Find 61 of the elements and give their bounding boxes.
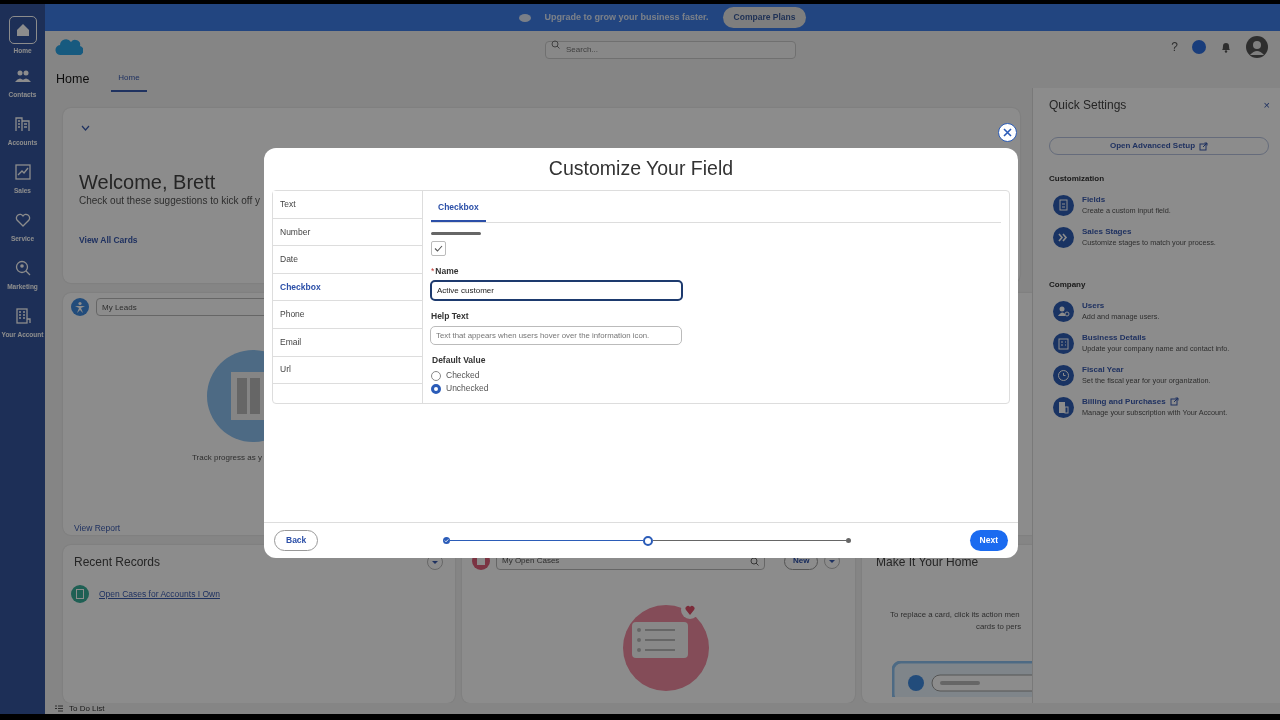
building-icon: [13, 307, 32, 325]
compare-plans-button[interactable]: Compare Plans: [722, 7, 807, 28]
next-button[interactable]: Next: [969, 530, 1008, 551]
clipboard-icon: [71, 585, 89, 603]
search-icon: [750, 556, 759, 566]
search-icon: [551, 40, 560, 49]
chevrons-icon: [1053, 226, 1074, 248]
settings-link[interactable]: Sales Stages: [1082, 225, 1132, 238]
receipt-icon: [1053, 396, 1074, 418]
label-placeholder-bar: [431, 232, 481, 235]
bell-icon: [1220, 41, 1232, 53]
radio-option[interactable]: Checked: [431, 369, 1001, 383]
avatar-icon: [1246, 36, 1268, 58]
page-tab[interactable]: Home: [111, 66, 147, 92]
user-icon: [1053, 300, 1074, 322]
magnifier-icon: [13, 259, 32, 277]
field-tab[interactable]: Checkbox: [431, 201, 486, 222]
list-icon: [55, 705, 63, 712]
close-button[interactable]: ×: [1263, 99, 1270, 111]
section-heading: Company: [1049, 278, 1087, 291]
settings-link[interactable]: Business Details: [1082, 331, 1147, 344]
chevron-icon: [81, 125, 90, 131]
external-link-icon: [1199, 141, 1209, 151]
open-advanced-setup-button[interactable]: Open Advanced Setup: [1049, 137, 1269, 155]
settings-link[interactable]: Billing and Purchases: [1082, 395, 1166, 408]
name-field[interactable]: Active customer: [430, 279, 683, 301]
check-icon: [434, 245, 443, 252]
page-title: Home: [56, 70, 90, 88]
cloud-logo: [55, 38, 83, 56]
preview-checkbox[interactable]: [431, 241, 446, 256]
panel-title: Quick Settings: [1049, 97, 1127, 114]
card-title: Recent Records: [74, 554, 161, 571]
building-icon: [13, 115, 32, 133]
field-type-item[interactable]: Text: [273, 191, 422, 219]
settings-link[interactable]: Fields: [1082, 194, 1106, 206]
radio-option[interactable]: Unchecked: [431, 382, 1001, 396]
settings-link[interactable]: Fiscal Year: [1082, 363, 1124, 376]
field-label: Help Text: [431, 309, 470, 323]
cloud-icon: [518, 13, 531, 22]
field-label: Default Value: [432, 353, 487, 367]
view-all-cards-link[interactable]: View All Cards: [79, 234, 138, 247]
welcome-heading: Welcome, Brett: [79, 171, 217, 193]
back-button[interactable]: Back: [274, 530, 319, 551]
todo-label: To Do List: [69, 702, 105, 714]
field-label: *Name: [431, 265, 460, 278]
view-report-link[interactable]: View Report: [74, 522, 121, 535]
help-button[interactable]: ?: [1171, 38, 1178, 56]
clock-icon: [1053, 364, 1074, 386]
settings-link[interactable]: Users: [1082, 299, 1105, 312]
banner-text: Upgrade to grow your business faster.: [544, 10, 709, 24]
search-field[interactable]: Search...: [545, 40, 796, 59]
section-heading: Customization: [1049, 173, 1106, 185]
dialog-title: Customize Your Field: [547, 156, 735, 182]
building-icon: [1053, 332, 1074, 354]
heart-icon: [13, 211, 32, 229]
chart-icon: [13, 163, 32, 181]
tracking-caption: Track progress as y: [192, 452, 263, 464]
welcome-subtitle: Check out these suggestions to kick off y: [79, 194, 261, 208]
external-link-icon: [1169, 397, 1179, 407]
document-icon: [1053, 194, 1074, 216]
close-icon: [1003, 128, 1012, 137]
